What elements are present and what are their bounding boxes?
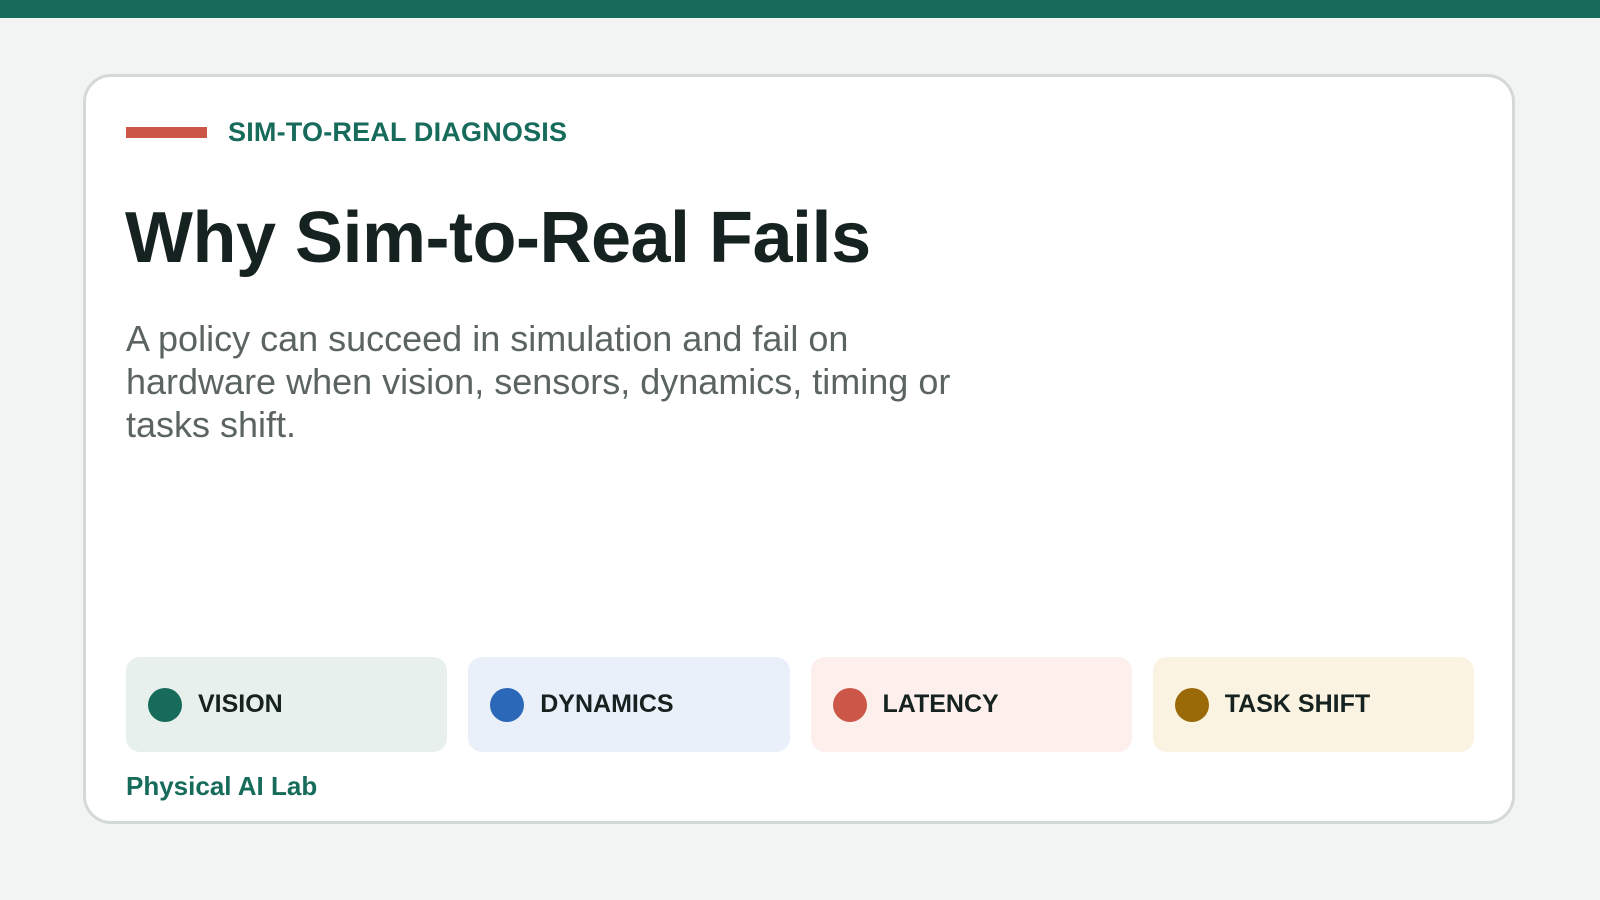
factor-label: VISION [198, 690, 283, 718]
page-title: Why Sim-to-Real Fails [125, 198, 871, 278]
factor-card-vision: VISION [126, 657, 448, 752]
footer-brand: Physical AI Lab [126, 771, 318, 801]
factor-card-task-shift: TASK SHIFT [1152, 657, 1474, 752]
eyebrow: SIM-TO-REAL DIAGNOSIS [126, 117, 567, 147]
eyebrow-label: SIM-TO-REAL DIAGNOSIS [228, 116, 568, 147]
factor-list: VISION DYNAMICS LATENCY TASK SHIFT [126, 657, 1474, 752]
slide-card: SIM-TO-REAL DIAGNOSIS Why Sim-to-Real Fa… [83, 74, 1515, 824]
task-shift-dot-icon [1174, 687, 1209, 722]
vision-dot-icon [148, 687, 182, 722]
dynamics-dot-icon [490, 687, 525, 722]
eyebrow-rule [126, 126, 207, 138]
factor-label: LATENCY [882, 690, 999, 718]
factor-card-latency: LATENCY [810, 657, 1132, 752]
factor-card-dynamics: DYNAMICS [468, 657, 790, 752]
factor-label: DYNAMICS [540, 690, 674, 718]
factor-label: TASK SHIFT [1224, 690, 1371, 718]
top-accent-bar [0, 0, 1600, 18]
page-subtitle: A policy can succeed in simulation and f… [126, 318, 951, 445]
latency-dot-icon [832, 687, 867, 722]
